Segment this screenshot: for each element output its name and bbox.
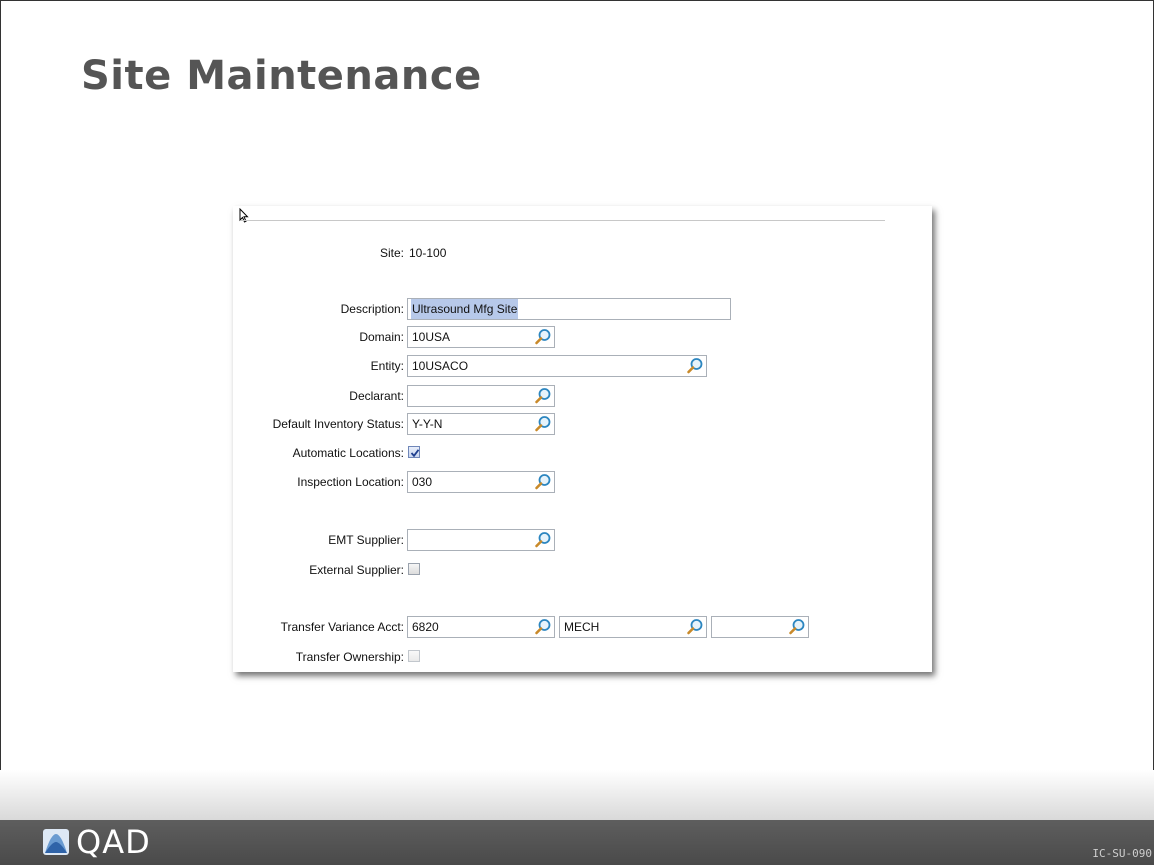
magnifier-icon[interactable] (534, 473, 552, 491)
magnifier-icon[interactable] (534, 618, 552, 636)
description-value: Ultrasound Mfg Site (411, 299, 519, 319)
domain-value: 10USA (412, 330, 451, 344)
magnifier-icon[interactable] (534, 415, 552, 433)
transfer-ownership-label: Transfer Ownership: (295, 650, 404, 664)
magnifier-icon[interactable] (686, 357, 704, 375)
domain-label: Domain: (359, 330, 404, 344)
description-label: Description: (340, 302, 404, 316)
external-supplier-label: External Supplier: (309, 563, 404, 577)
site-value: 10-100 (409, 246, 447, 260)
qad-logo-icon (43, 829, 69, 855)
slide: Site Maintenance Site: 10-100 Descriptio… (0, 0, 1154, 801)
declarant-row: Declarant: (233, 385, 932, 407)
inventory-status-value: Y-Y-N (412, 417, 443, 431)
emt-supplier-field[interactable] (407, 529, 555, 551)
inspection-location-field[interactable]: 030 (407, 471, 555, 493)
entity-row: Entity: 10USACO (233, 355, 932, 377)
declarant-label: Declarant: (349, 389, 404, 403)
site-label: Site: (379, 246, 404, 260)
transfer-ownership-row: Transfer Ownership: (233, 646, 932, 668)
checkmark-icon (410, 449, 420, 458)
magnifier-icon[interactable] (686, 618, 704, 636)
slide-code: IC-SU-090 (1092, 847, 1152, 860)
header-divider (241, 220, 885, 221)
magnifier-icon[interactable] (788, 618, 806, 636)
brand-name: QAD (76, 823, 151, 861)
entity-field[interactable]: 10USACO (407, 355, 707, 377)
entity-label: Entity: (370, 359, 404, 373)
auto-locations-checkbox[interactable] (408, 446, 420, 458)
inventory-status-label: Default Inventory Status: (272, 417, 404, 431)
external-supplier-row: External Supplier: (233, 559, 932, 581)
transfer-variance-account-field[interactable]: 6820 (407, 616, 555, 638)
pointer-cursor-icon (239, 208, 249, 223)
description-row: Description: Ultrasound Mfg Site (233, 298, 932, 320)
magnifier-icon[interactable] (534, 387, 552, 405)
site-row: Site: 10-100 (233, 242, 932, 264)
slide-title: Site Maintenance (81, 53, 482, 99)
inventory-status-field[interactable]: Y-Y-N (407, 413, 555, 435)
inspection-location-value: 030 (412, 475, 433, 489)
footer-gradient (0, 770, 1154, 820)
domain-field[interactable]: 10USA (407, 326, 555, 348)
inspection-location-label: Inspection Location: (297, 475, 404, 489)
site-maintenance-form: Site: 10-100 Description: Ultrasound Mfg… (233, 206, 932, 672)
domain-row: Domain: 10USA (233, 326, 932, 348)
external-supplier-checkbox[interactable] (408, 563, 420, 575)
footer-bar: QAD IC-SU-090 (0, 820, 1154, 865)
inventory-status-row: Default Inventory Status: Y-Y-N (233, 413, 932, 435)
qad-logo: QAD (42, 823, 151, 861)
transfer-variance-subaccount-value: MECH (564, 620, 600, 634)
emt-supplier-row: EMT Supplier: (233, 529, 932, 551)
magnifier-icon[interactable] (534, 328, 552, 346)
transfer-variance-account-value: 6820 (412, 620, 439, 634)
transfer-variance-costcenter-field[interactable] (711, 616, 809, 638)
inspection-location-row: Inspection Location: 030 (233, 471, 932, 493)
auto-locations-label: Automatic Locations: (292, 446, 404, 460)
transfer-variance-row: Transfer Variance Acct: 6820 MECH (233, 616, 932, 638)
declarant-field[interactable] (407, 385, 555, 407)
transfer-variance-subaccount-field[interactable]: MECH (559, 616, 707, 638)
emt-supplier-label: EMT Supplier: (328, 533, 404, 547)
auto-locations-row: Automatic Locations: (233, 442, 932, 464)
magnifier-icon[interactable] (534, 531, 552, 549)
entity-value: 10USACO (412, 359, 469, 373)
description-field[interactable]: Ultrasound Mfg Site (407, 298, 731, 320)
transfer-ownership-checkbox[interactable] (408, 650, 420, 662)
transfer-variance-label: Transfer Variance Acct: (280, 620, 404, 634)
